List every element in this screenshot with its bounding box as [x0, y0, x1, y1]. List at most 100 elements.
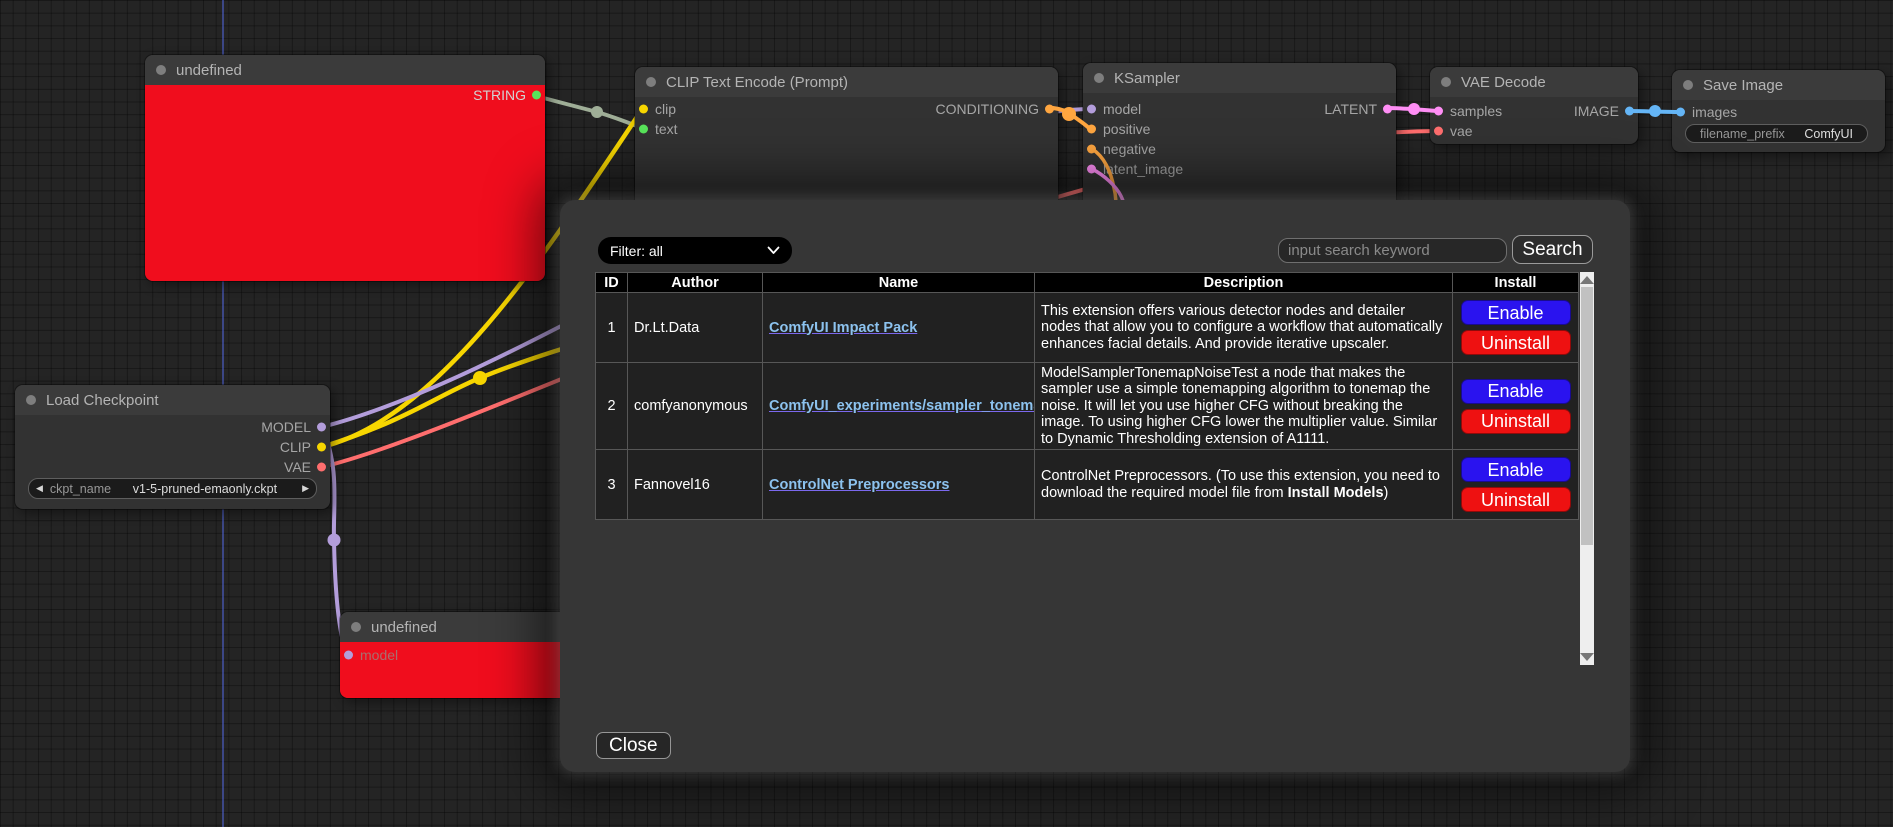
node-title-bar[interactable]: undefined: [145, 55, 545, 85]
scroll-up-icon[interactable]: [1580, 276, 1594, 284]
col-header-id: ID: [596, 273, 628, 293]
widget-label: filename_prefix: [1700, 127, 1785, 141]
uninstall-button[interactable]: Uninstall: [1461, 409, 1571, 434]
widget-label: ckpt_name: [50, 482, 111, 496]
filter-dropdown[interactable]: Filter: all: [598, 237, 792, 264]
output-label: MODEL: [261, 417, 311, 437]
extension-link[interactable]: ControlNet Preprocessors: [769, 477, 950, 493]
filename-prefix-widget[interactable]: filename_prefix ComfyUI: [1685, 124, 1868, 143]
positive-input-slot[interactable]: [1087, 125, 1096, 134]
output-label: LATENT: [1324, 99, 1377, 119]
scroll-down-icon[interactable]: [1580, 653, 1594, 661]
extension-link[interactable]: ComfyUI_experiments/sampler_tonemap: [769, 398, 1035, 414]
widget-value: v1-5-pruned-emaonly.ckpt: [133, 482, 277, 496]
input-label: model: [360, 647, 398, 663]
output-label: STRING: [473, 85, 526, 105]
node-body-error: STRING: [145, 85, 545, 281]
collapse-dot-icon[interactable]: [156, 65, 166, 75]
collapse-dot-icon[interactable]: [1094, 73, 1104, 83]
node-title-text: KSampler: [1114, 70, 1180, 87]
cell-description: ModelSamplerTonemapNoiseTest a node that…: [1035, 363, 1453, 450]
negative-input-slot[interactable]: [1087, 145, 1096, 154]
close-button[interactable]: Close: [596, 732, 671, 759]
node-title-text: VAE Decode: [1461, 74, 1546, 91]
node-load-checkpoint[interactable]: Load Checkpoint MODEL CLIP VAE ◀ ckpt_na…: [15, 385, 330, 509]
node-title-bar[interactable]: Load Checkpoint: [15, 385, 330, 415]
output-label: CLIP: [280, 437, 311, 457]
node-ksampler[interactable]: KSampler model LATENT positive negative …: [1083, 63, 1396, 213]
uninstall-button[interactable]: Uninstall: [1461, 487, 1571, 512]
collapse-dot-icon[interactable]: [646, 77, 656, 87]
node-title-bar[interactable]: CLIP Text Encode (Prompt): [635, 67, 1058, 97]
model-input-slot[interactable]: [344, 651, 353, 660]
node-save-image[interactable]: Save Image images filename_prefix ComfyU…: [1672, 70, 1885, 152]
decrement-arrow-icon[interactable]: ◀: [29, 479, 50, 498]
input-label: vae: [1450, 123, 1473, 139]
model-input-slot[interactable]: [1087, 105, 1096, 114]
custom-nodes-dialog: Filter: all Search ID Author Name Descri…: [560, 200, 1630, 772]
uninstall-button[interactable]: Uninstall: [1461, 330, 1571, 355]
chevron-down-icon: [767, 246, 780, 255]
node-title-text: undefined: [176, 62, 242, 79]
model-output-slot[interactable]: [317, 423, 326, 432]
collapse-dot-icon[interactable]: [1683, 80, 1693, 90]
vae-input-slot[interactable]: [1434, 127, 1443, 136]
input-label: model: [1103, 101, 1141, 117]
node-title-bar[interactable]: KSampler: [1083, 63, 1396, 93]
image-output-slot[interactable]: [1625, 107, 1634, 116]
input-label: images: [1692, 104, 1737, 120]
cell-description: This extension offers various detector n…: [1035, 293, 1453, 363]
collapse-dot-icon[interactable]: [1441, 77, 1451, 87]
vae-output-slot[interactable]: [317, 463, 326, 472]
enable-button[interactable]: Enable: [1461, 457, 1571, 482]
node-title-bar[interactable]: VAE Decode: [1430, 67, 1638, 97]
table-row: 2 comfyanonymous ComfyUI_experiments/sam…: [596, 363, 1579, 450]
input-label: samples: [1450, 103, 1502, 119]
node-title-text: undefined: [371, 619, 437, 636]
cell-author: Dr.Lt.Data: [628, 293, 763, 363]
images-input-slot[interactable]: [1676, 108, 1685, 117]
node-title-text: Save Image: [1703, 77, 1783, 94]
collapse-dot-icon[interactable]: [26, 395, 36, 405]
col-header-author: Author: [628, 273, 763, 293]
extension-link[interactable]: ComfyUI Impact Pack: [769, 320, 917, 336]
table-scrollbar[interactable]: [1580, 272, 1594, 665]
clip-input-slot[interactable]: [639, 105, 648, 114]
node-title-text: Load Checkpoint: [46, 392, 159, 409]
enable-button[interactable]: Enable: [1461, 379, 1571, 404]
scrollbar-thumb[interactable]: [1581, 287, 1593, 545]
node-undefined-top[interactable]: undefined STRING: [145, 55, 545, 281]
col-header-name: Name: [763, 273, 1035, 293]
collapse-dot-icon[interactable]: [351, 622, 361, 632]
enable-button[interactable]: Enable: [1461, 300, 1571, 325]
string-output-slot[interactable]: [532, 91, 541, 100]
search-button[interactable]: Search: [1512, 235, 1593, 264]
latent-output-slot[interactable]: [1383, 105, 1392, 114]
clip-output-slot[interactable]: [317, 443, 326, 452]
conditioning-output-slot[interactable]: [1045, 105, 1054, 114]
col-header-description: Description: [1035, 273, 1453, 293]
cell-id: 3: [596, 450, 628, 520]
cell-id: 1: [596, 293, 628, 363]
latent-image-input-slot[interactable]: [1087, 165, 1096, 174]
input-label: clip: [655, 101, 676, 117]
cell-author: Fannovel16: [628, 450, 763, 520]
node-vae-decode[interactable]: VAE Decode samples IMAGE vae: [1430, 67, 1638, 144]
ckpt-name-widget[interactable]: ◀ ckpt_name v1-5-pruned-emaonly.ckpt ▶: [28, 478, 317, 499]
table-row: 1 Dr.Lt.Data ComfyUI Impact Pack This ex…: [596, 293, 1579, 363]
node-title-bar[interactable]: Save Image: [1672, 70, 1885, 100]
extensions-table-wrap: ID Author Name Description Install 1 Dr.…: [595, 272, 1579, 520]
input-label: latent_image: [1103, 161, 1183, 177]
output-label: CONDITIONING: [936, 99, 1039, 119]
cell-author: comfyanonymous: [628, 363, 763, 450]
search-input[interactable]: [1278, 238, 1507, 263]
increment-arrow-icon[interactable]: ▶: [295, 479, 316, 498]
input-label: positive: [1103, 121, 1150, 137]
extensions-table: ID Author Name Description Install 1 Dr.…: [595, 272, 1579, 520]
node-title-text: CLIP Text Encode (Prompt): [666, 74, 848, 91]
text-input-slot[interactable]: [639, 125, 648, 134]
samples-input-slot[interactable]: [1434, 107, 1443, 116]
filter-dropdown-value: Filter: all: [610, 243, 663, 259]
col-header-install: Install: [1453, 273, 1579, 293]
comfyui-canvas[interactable]: undefined STRING CLIP Text Encode (Promp…: [0, 0, 1893, 827]
